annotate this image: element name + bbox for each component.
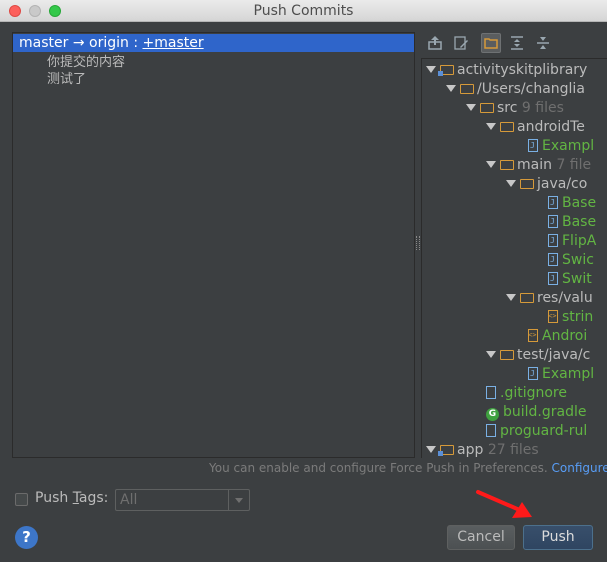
branch-remote: origin <box>89 35 129 51</box>
tree-node-file[interactable]: Gbuild.gradle <box>486 403 587 422</box>
red-arrow-annotation <box>476 490 532 518</box>
cancel-button[interactable]: Cancel <box>447 525 515 550</box>
commits-panel[interactable]: master → origin : +master 你提交的内容 测试了 <box>12 32 415 458</box>
text-file-icon <box>486 424 496 437</box>
push-tags-select-value: All <box>120 492 138 508</box>
tree-node-file[interactable]: Androi <box>528 326 587 346</box>
tree-node-file[interactable]: FlipA <box>548 231 596 251</box>
tree-node-folder[interactable]: test/java/c <box>486 346 590 365</box>
collapse-all-icon[interactable] <box>533 33 553 53</box>
push-button[interactable]: Push <box>523 525 593 550</box>
folder-icon <box>500 122 514 132</box>
java-file-icon <box>528 136 538 155</box>
panel-splitter[interactable] <box>416 236 420 250</box>
chevron-down-icon[interactable] <box>446 85 456 92</box>
commit-item[interactable]: 测试了 <box>47 68 86 87</box>
chevron-down-icon[interactable] <box>426 446 436 453</box>
group-by-directory-icon[interactable] <box>481 33 501 53</box>
branch-separator: : <box>128 35 143 51</box>
tree-node-file[interactable]: Base <box>548 193 596 213</box>
gradle-icon: G <box>486 408 499 421</box>
chevron-down-icon[interactable] <box>486 161 496 168</box>
chevron-down-icon[interactable] <box>506 180 516 187</box>
java-file-icon <box>548 269 558 288</box>
tree-node-folder[interactable]: /Users/changlia <box>446 80 585 99</box>
folder-icon <box>500 160 514 170</box>
text-file-icon <box>486 386 496 399</box>
java-file-icon <box>548 231 558 250</box>
tree-node-module[interactable]: app 27 files <box>426 441 539 458</box>
java-file-icon <box>548 250 558 269</box>
branch-row[interactable]: master → origin : +master <box>13 34 414 52</box>
folder-icon <box>460 84 474 94</box>
tree-node-file[interactable]: Exampl <box>528 136 594 156</box>
chevron-down-icon[interactable] <box>486 351 496 358</box>
java-file-icon <box>548 193 558 212</box>
tree-node-folder[interactable]: androidTe <box>486 118 585 137</box>
chevron-down-icon[interactable] <box>506 294 516 301</box>
folder-icon <box>480 103 494 113</box>
tree-node-file[interactable]: strin <box>548 307 593 327</box>
java-file-icon <box>528 364 538 383</box>
chevron-down-icon <box>235 497 243 503</box>
push-tags-label[interactable]: Push Tags: <box>35 490 108 506</box>
folder-icon <box>520 293 534 303</box>
chevron-down-icon[interactable] <box>486 123 496 130</box>
java-file-icon <box>548 212 558 231</box>
tree-node-folder[interactable]: main 7 file <box>486 156 591 175</box>
folder-icon <box>520 179 534 189</box>
folder-icon <box>500 350 514 360</box>
tree-node-file[interactable]: Exampl <box>528 364 594 384</box>
tree-node-file[interactable]: Swic <box>548 250 594 270</box>
module-folder-icon <box>438 65 454 76</box>
branch-local: master <box>19 35 69 51</box>
tree-node-file[interactable]: proguard-rul <box>486 422 587 441</box>
tree-node-file[interactable]: Swit <box>548 269 592 289</box>
tree-node-folder[interactable]: res/valu <box>506 289 593 308</box>
dropdown-button[interactable] <box>228 490 249 510</box>
branch-arrow: → <box>68 35 90 51</box>
hint-text: You can enable and configure Force Push … <box>209 461 548 475</box>
chevron-down-icon[interactable] <box>426 66 436 73</box>
tree-node-folder[interactable]: java/co <box>506 175 587 194</box>
force-push-hint: You can enable and configure Force Push … <box>209 461 607 475</box>
title-bar: Push Commits <box>0 0 607 22</box>
xml-file-icon <box>548 307 558 326</box>
tree-node-file[interactable]: .gitignore <box>486 384 567 403</box>
window-title: Push Commits <box>253 3 354 19</box>
module-folder-icon <box>438 445 454 456</box>
tree-node-module[interactable]: activityskitplibrary <box>426 61 587 80</box>
vcs-push-icon[interactable] <box>425 33 445 53</box>
tree-node-folder[interactable]: src 9 files <box>466 99 564 118</box>
tree-node-file[interactable]: Base <box>548 212 596 232</box>
changes-tree[interactable]: activityskitplibrary /Users/changlia src… <box>421 58 607 458</box>
xml-file-icon <box>528 326 538 345</box>
push-tags-select[interactable]: All <box>115 489 250 511</box>
expand-all-icon[interactable] <box>507 33 527 53</box>
help-button[interactable]: ? <box>15 526 38 549</box>
chevron-down-icon[interactable] <box>466 104 476 111</box>
target-branch-link[interactable]: +master <box>143 35 204 51</box>
edit-source-icon[interactable] <box>451 33 471 53</box>
changes-toolbar <box>423 33 607 55</box>
configure-link[interactable]: Configure <box>552 461 607 475</box>
push-tags-checkbox[interactable] <box>15 493 28 506</box>
